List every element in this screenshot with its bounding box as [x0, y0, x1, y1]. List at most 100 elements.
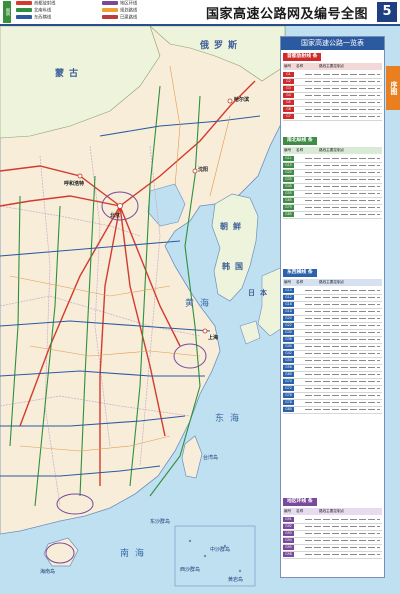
label-japan: 日本 [248, 289, 272, 297]
legend-tag: 图例 [3, 1, 11, 23]
island-dot [203, 554, 207, 558]
route-code: G70 [283, 379, 294, 384]
section-heading: 东西横线 条 [283, 269, 317, 277]
route-code: G18 [283, 309, 294, 314]
legend-item: 规划路线 [102, 8, 137, 14]
route-code: G4 [283, 93, 294, 98]
route-code: G22 [283, 323, 294, 328]
city-dot-shanghai [202, 328, 208, 334]
route-text [305, 193, 380, 194]
label-russia: 俄罗斯 [200, 41, 243, 51]
route-text [305, 102, 380, 103]
legend-swatch [16, 1, 32, 5]
col-code: 编号 [284, 148, 292, 152]
route-code: G60 [283, 372, 294, 377]
route-text [305, 214, 380, 215]
route-text [305, 158, 380, 159]
legend-item: 地区环线 [102, 1, 137, 7]
route-code: G12 [283, 295, 294, 300]
label-mongolia: 蒙古 [55, 69, 84, 79]
label-shanghai: 上海 [208, 335, 219, 341]
route-code: G42 [283, 351, 294, 356]
col-route: 路线主要控制点 [319, 280, 345, 284]
route-code: G16 [283, 302, 294, 307]
legend-label: 北南纵线 [34, 8, 52, 14]
route-code: G45 [283, 184, 294, 189]
table-header: 编号 名称 路线主要控制点 [283, 508, 382, 515]
city-dot-harbin [227, 98, 233, 104]
route-text [305, 409, 380, 410]
route-code: G50 [283, 358, 294, 363]
label-north-korea: 朝鲜 [220, 222, 246, 231]
route-text [305, 353, 380, 354]
route-text [305, 186, 380, 187]
table-header: 编号 名称 路线主要控制点 [283, 63, 382, 70]
map-legend: 图例 首都放射线 北南纵线 东西横线 地区环线 规划路线 已建路线 [2, 1, 202, 23]
route-code: G92 [283, 524, 294, 529]
side-tab-preface[interactable]: 序图 [386, 66, 400, 110]
col-code: 编号 [284, 64, 292, 68]
label-east-sea: 东海 [215, 414, 246, 424]
route-text [305, 395, 380, 396]
route-text [305, 297, 380, 298]
route-text [305, 290, 380, 291]
route-text [305, 360, 380, 361]
route-text [305, 533, 380, 534]
label-shenyang: 沈阳 [198, 167, 209, 173]
route-code: G95 [283, 545, 294, 550]
legend-swatch [102, 1, 118, 5]
city-dot-beijing [117, 203, 123, 209]
legend-item: 首都放射线 [16, 1, 55, 7]
route-code: G30 [283, 330, 294, 335]
label-south-sea: 南海 [120, 549, 151, 559]
col-code: 编号 [284, 509, 292, 513]
route-text [305, 81, 380, 82]
route-code: G20 [283, 316, 294, 321]
map-page: 图例 首都放射线 北南纵线 东西横线 地区环线 规划路线 已建路线 国家高速公路… [0, 0, 400, 594]
legend-swatch [16, 8, 32, 12]
route-code: G36 [283, 337, 294, 342]
page-number: 5 [377, 2, 397, 22]
route-code: G55 [283, 191, 294, 196]
route-code: G94 [283, 538, 294, 543]
route-text [305, 339, 380, 340]
table-row[interactable]: G98 [283, 551, 382, 559]
table-row[interactable]: G80 [283, 406, 382, 414]
legend-item: 已建路线 [102, 15, 137, 21]
section-heading: 首都放射线 条 [283, 53, 322, 61]
route-text [305, 304, 380, 305]
page-title: 国家高速公路网及编号全图 [206, 7, 369, 22]
section-radial: 首都放射线 条 编号 名称 路线主要控制点 G1 G2 G3 G4 G5 G6 … [283, 53, 382, 125]
route-text [305, 179, 380, 180]
route-text [305, 388, 380, 389]
route-text [305, 540, 380, 541]
route-text [305, 554, 380, 555]
col-route: 路线主要控制点 [319, 64, 345, 68]
route-text [305, 95, 380, 96]
legend-swatch [16, 15, 32, 19]
route-text [305, 116, 380, 117]
label-taiwan: 台湾岛 [203, 455, 219, 461]
route-text [305, 346, 380, 347]
label-huangyan: 黄岩岛 [228, 577, 244, 583]
route-code: G80 [283, 407, 294, 412]
table-row[interactable]: G85 [283, 211, 382, 219]
section-east-west: 东西横线 条 编号 名称 路线主要控制点 G10 G12 G16 G18 G20… [283, 269, 382, 414]
route-text [305, 318, 380, 319]
panel-title: 国家高速公路一览表 [281, 37, 384, 50]
legend-item: 北南纵线 [16, 8, 51, 14]
label-xisha: 西沙群岛 [180, 567, 201, 573]
legend-label: 地区环线 [120, 1, 138, 7]
table-header: 编号 名称 路线主要控制点 [283, 147, 382, 154]
col-code: 编号 [284, 280, 292, 284]
route-code: G75 [283, 205, 294, 210]
page-header: 图例 首都放射线 北南纵线 东西横线 地区环线 规划路线 已建路线 国家高速公路… [0, 0, 400, 26]
label-zhongsha: 中沙群岛 [210, 547, 231, 553]
route-code: G2 [283, 79, 294, 84]
route-text [305, 172, 380, 173]
route-code: G98 [283, 552, 294, 557]
route-text [305, 332, 380, 333]
table-row[interactable]: G7 [283, 113, 382, 121]
route-text [305, 200, 380, 201]
city-dot-hohhot [77, 173, 83, 179]
